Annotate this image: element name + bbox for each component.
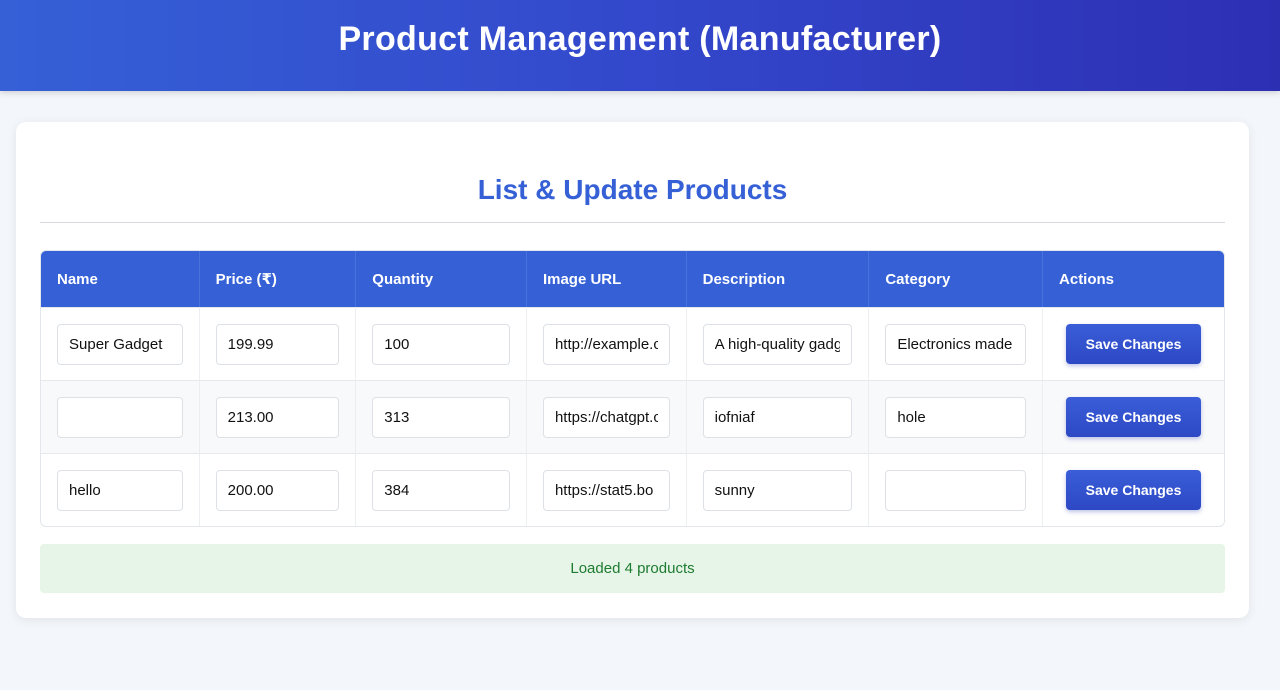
save-changes-button[interactable]: Save Changes bbox=[1066, 324, 1201, 364]
page-title: Product Management (Manufacturer) bbox=[338, 19, 942, 58]
save-changes-button[interactable]: Save Changes bbox=[1066, 397, 1201, 437]
image-url-input[interactable] bbox=[542, 323, 670, 365]
image-url-input[interactable] bbox=[542, 469, 670, 511]
name-input[interactable] bbox=[57, 469, 183, 511]
table-header-row: Name Price (₹) Quantity Image URL Descri… bbox=[41, 251, 1224, 307]
quantity-input[interactable] bbox=[372, 323, 510, 365]
products-table: Name Price (₹) Quantity Image URL Descri… bbox=[40, 250, 1225, 527]
section-title: List & Update Products bbox=[477, 174, 788, 205]
column-header-description: Description bbox=[686, 251, 870, 307]
table-row: Save Changes bbox=[41, 307, 1224, 380]
description-input[interactable] bbox=[702, 323, 853, 365]
column-header-category: Category bbox=[869, 251, 1044, 307]
column-header-price: Price (₹) bbox=[199, 251, 357, 307]
table-row: Save Changes bbox=[41, 380, 1224, 453]
column-header-name: Name bbox=[41, 251, 200, 307]
quantity-input[interactable] bbox=[372, 396, 510, 438]
app-header: Product Management (Manufacturer) bbox=[0, 0, 1280, 91]
quantity-input[interactable] bbox=[372, 469, 510, 511]
column-header-image-url: Image URL bbox=[526, 251, 687, 307]
column-header-actions: Actions bbox=[1043, 251, 1224, 307]
column-header-quantity: Quantity bbox=[356, 251, 527, 307]
category-input[interactable] bbox=[885, 323, 1027, 365]
price-input[interactable] bbox=[215, 323, 340, 365]
save-changes-button[interactable]: Save Changes bbox=[1066, 470, 1201, 510]
category-input[interactable] bbox=[885, 469, 1027, 511]
description-input[interactable] bbox=[702, 396, 853, 438]
description-input[interactable] bbox=[702, 469, 853, 511]
name-input[interactable] bbox=[57, 396, 183, 438]
products-card: List & Update Products Name Price (₹) Qu… bbox=[16, 122, 1249, 618]
name-input[interactable] bbox=[57, 323, 183, 365]
image-url-input[interactable] bbox=[542, 396, 670, 438]
table-row: Save Changes bbox=[41, 453, 1224, 526]
price-input[interactable] bbox=[215, 469, 340, 511]
category-input[interactable] bbox=[885, 396, 1027, 438]
divider bbox=[40, 222, 1225, 223]
status-message: Loaded 4 products bbox=[40, 544, 1225, 593]
price-input[interactable] bbox=[215, 396, 340, 438]
